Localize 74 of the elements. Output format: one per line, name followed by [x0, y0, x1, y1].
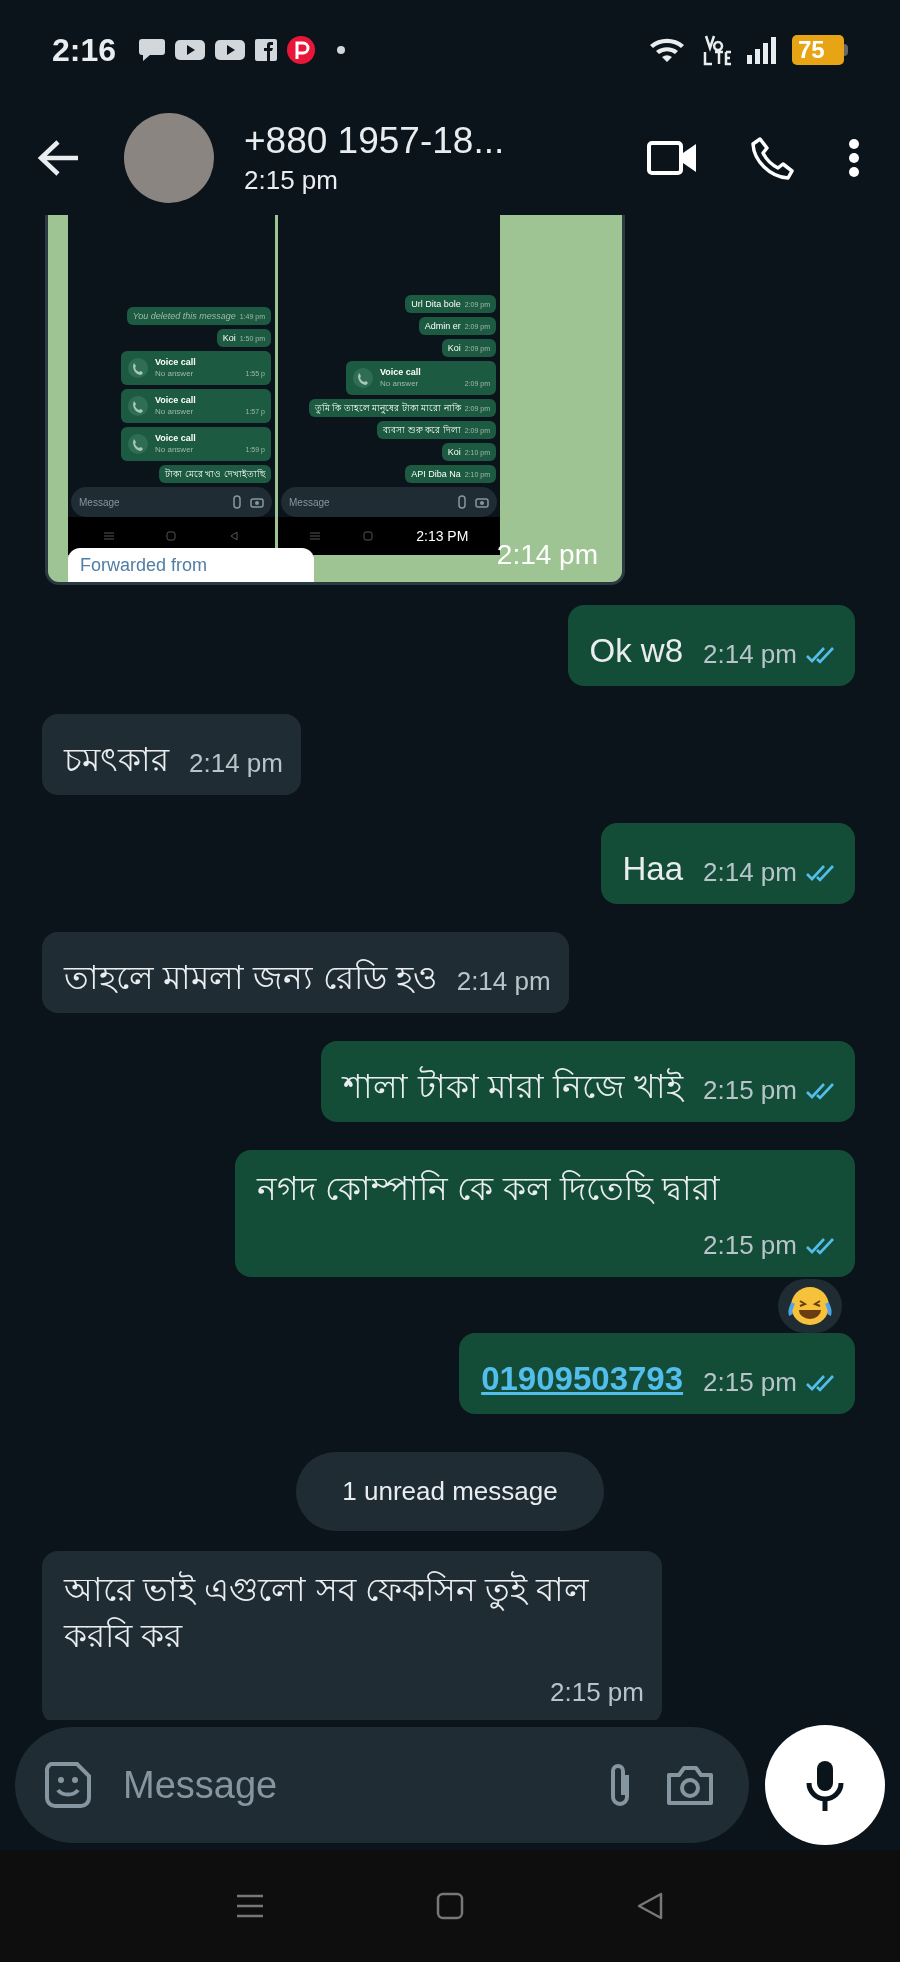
message-text: Admin er: [424, 320, 461, 332]
message-text: Koi: [222, 332, 236, 344]
phone-icon: [127, 433, 149, 455]
phone-call-icon[interactable]: [750, 134, 796, 181]
call-status: No answer: [155, 368, 195, 379]
message-time: 2:14 pm: [496, 538, 598, 572]
screenshot-time: 2:13 PM: [416, 526, 469, 546]
video-play-icon: [174, 38, 207, 62]
camera-icon: [250, 496, 264, 508]
signal-icon: [746, 35, 778, 65]
message-field: Message: [71, 487, 272, 517]
message-text: নগদ কোম্পানি কে কল দিতেছি দ্বারা: [257, 1169, 720, 1209]
back-arrow-icon[interactable]: [36, 137, 80, 178]
video-play-icon: [214, 38, 247, 62]
round-p-icon: [286, 35, 317, 65]
call-status: No answer: [380, 378, 420, 389]
message-time: 2:15 pm: [703, 1074, 797, 1107]
message-text: আরে ভাই এগুলো সব ফেকসিন তুই বাল করবি কর: [64, 1570, 590, 1656]
message-time: 2:14 pm: [456, 965, 551, 998]
message-text: Url Dita bole: [411, 298, 461, 310]
call-title: Voice call: [155, 357, 196, 368]
message-field: Message: [281, 487, 497, 517]
back-icon: [228, 531, 239, 541]
camera-icon[interactable]: [665, 1763, 715, 1807]
status-time: 2:16: [52, 31, 117, 70]
message-text: Haa: [622, 849, 684, 889]
message-text: Koi: [447, 342, 461, 354]
chat-bubble-icon: [138, 37, 167, 63]
paperclip-icon: [232, 495, 242, 509]
call-status: No answer: [155, 406, 195, 417]
message-text: শালা টাকা মারা নিজে খাই: [343, 1065, 684, 1107]
message-time: 2:15 pm: [703, 1366, 797, 1399]
dot-icon: [336, 45, 347, 55]
message-text: ব্যবসা শুরু করে দিলা: [383, 424, 461, 436]
menu-icon: [104, 531, 115, 541]
battery-level: 75: [792, 35, 844, 65]
message-input[interactable]: Message: [15, 1727, 749, 1843]
image-message[interactable]: [45, 215, 625, 585]
message-text: Ok w8: [589, 631, 684, 671]
volte-icon: [702, 34, 732, 66]
message-text: Koi: [447, 446, 461, 458]
call-title: Voice call: [380, 367, 421, 378]
phone-icon: [352, 367, 374, 389]
paperclip-icon: [457, 495, 467, 509]
home-icon: [362, 531, 373, 541]
message-time: 2:14 pm: [703, 856, 797, 889]
sticker-icon[interactable]: [43, 1760, 93, 1810]
message-time: 2:15 pm: [703, 1229, 797, 1262]
message-text: টাকা মেরে খাও দেখাইতাছি: [165, 468, 265, 480]
message-time: 2:14 pm: [189, 747, 283, 780]
message-text: You deleted this message: [132, 310, 236, 322]
phone-icon: [127, 395, 149, 417]
phone-number-link[interactable]: 01909503793: [481, 1356, 684, 1402]
home-icon[interactable]: [435, 1891, 465, 1921]
last-seen: 2:15 pm: [244, 163, 339, 197]
message-text: চমৎকার: [64, 740, 169, 780]
menu-icon: [309, 531, 320, 541]
message-time: 2:14 pm: [703, 638, 797, 671]
call-title: Voice call: [155, 395, 196, 406]
contact-name[interactable]: +880 1957-18...: [244, 118, 505, 163]
square-f-icon: [254, 38, 279, 62]
camera-icon: [475, 496, 489, 508]
microphone-button[interactable]: [765, 1725, 885, 1845]
call-title: Voice call: [155, 433, 196, 444]
message-text: API Diba Na: [411, 468, 461, 480]
home-icon: [166, 531, 177, 541]
phone-icon: [127, 357, 149, 379]
forwarded-label: Forwarded from: [68, 548, 314, 582]
call-status: No answer: [155, 444, 195, 455]
back-icon[interactable]: [635, 1891, 665, 1921]
message-text: তাহলে মামলা জন্য রেডি হও: [64, 958, 437, 998]
message-time: 2:15 pm: [550, 1676, 644, 1709]
more-options-icon[interactable]: [848, 137, 860, 178]
message-text: তুমি কি তাহলে মানুষের টাকা মারো নাকি: [314, 402, 461, 414]
